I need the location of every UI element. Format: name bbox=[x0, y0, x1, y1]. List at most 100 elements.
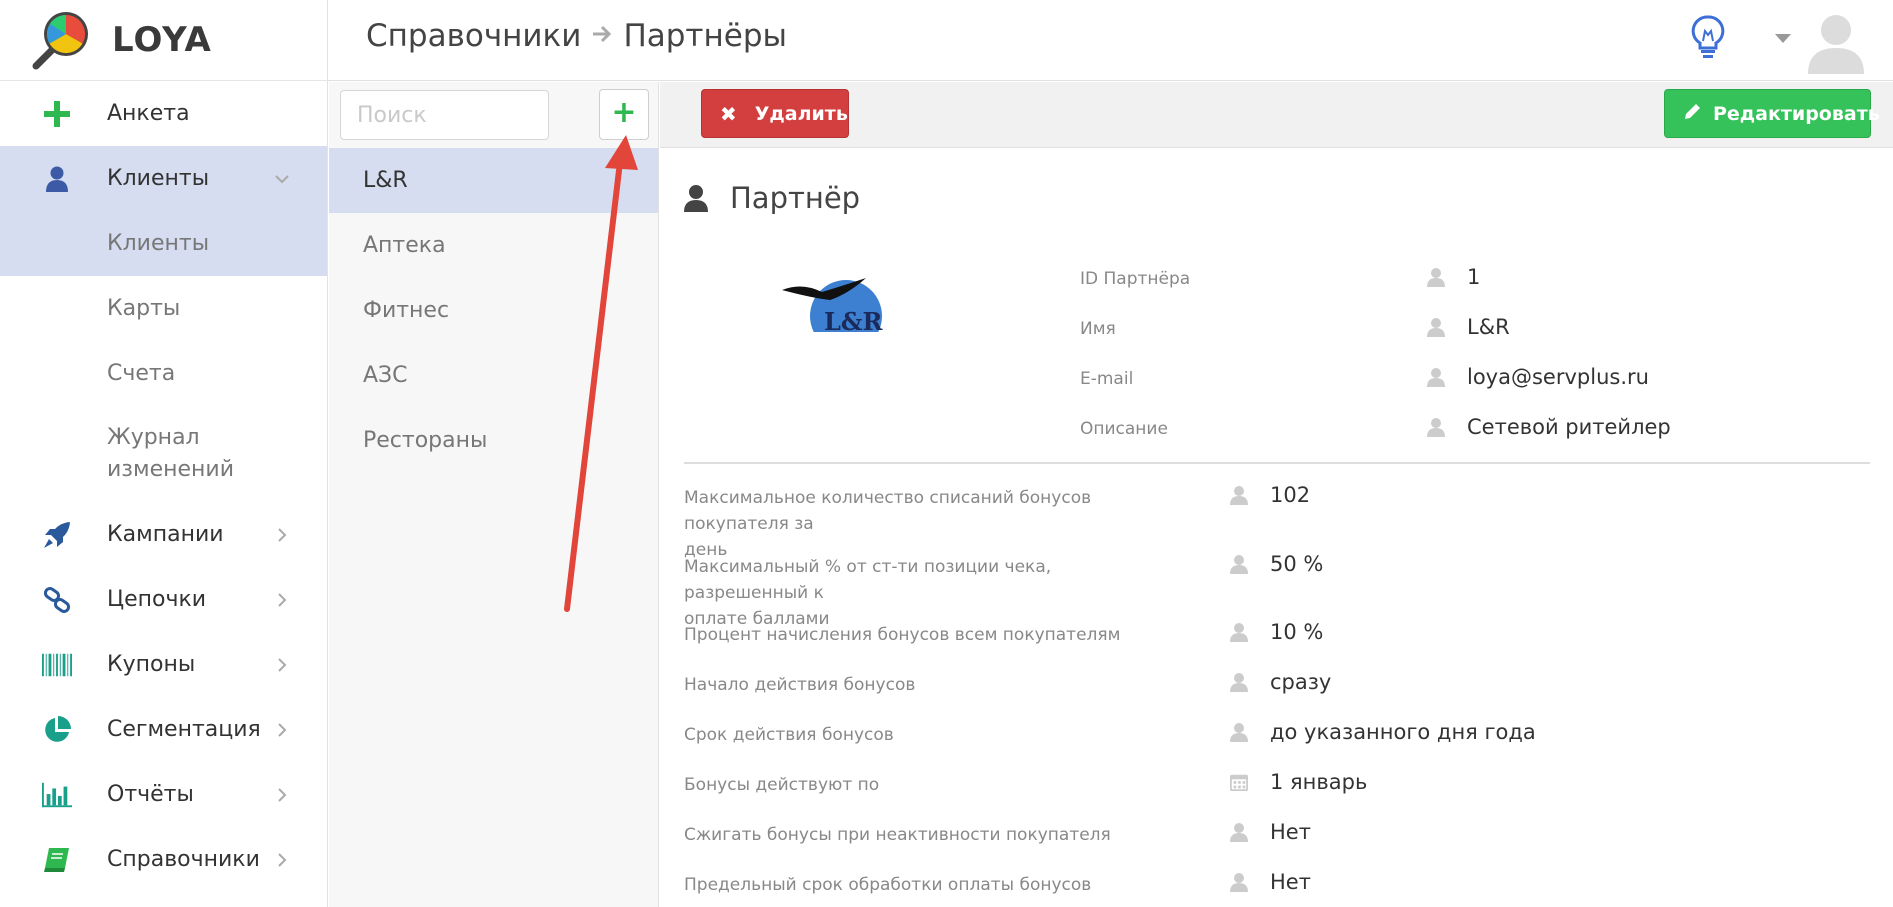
sidebar-item-label: Сегментация bbox=[107, 717, 261, 742]
search-input[interactable] bbox=[340, 90, 549, 140]
sidebar-subitem-label: Счета bbox=[107, 361, 176, 386]
list-item-partner[interactable]: Аптека bbox=[329, 213, 658, 278]
changelog-line-1: Журнал bbox=[107, 425, 200, 450]
edit-button[interactable]: Редактировать bbox=[1664, 89, 1880, 138]
sidebar-subitem-label: Карты bbox=[107, 296, 181, 321]
list-item-partner[interactable]: Рестораны bbox=[329, 408, 658, 473]
setting-value-text: до указанного дня года bbox=[1270, 720, 1536, 744]
rocket-icon bbox=[42, 520, 72, 550]
user-icon bbox=[1230, 555, 1248, 574]
divider bbox=[684, 462, 1870, 464]
setting-label: Начало действия бонусов bbox=[684, 675, 916, 695]
user-icon bbox=[1230, 486, 1248, 505]
setting-label: Максимальное количество списаний бонусов… bbox=[684, 488, 1092, 560]
bar-chart-icon bbox=[42, 780, 72, 810]
setting-value: до указанного дня года bbox=[1230, 720, 1536, 744]
sidebar-subitem-cards[interactable]: Карты bbox=[0, 276, 327, 341]
dropdown-caret-icon[interactable] bbox=[1775, 34, 1791, 43]
logo-icon bbox=[32, 12, 88, 70]
sidebar-item-segmentation[interactable]: Сегментация bbox=[0, 697, 327, 762]
sidebar-item-campaigns[interactable]: Кампании bbox=[0, 502, 327, 567]
page-title: Партнёр bbox=[684, 181, 860, 215]
chevron-right-icon bbox=[274, 527, 290, 543]
user-icon bbox=[1230, 673, 1248, 692]
partners-list-panel: + L&R Аптека Фитнес АЗС Рестораны bbox=[329, 82, 659, 907]
chevron-down-icon bbox=[274, 171, 290, 187]
user-icon bbox=[1427, 268, 1445, 287]
field-value: Сетевой ритейлер bbox=[1427, 415, 1671, 439]
pencil-icon bbox=[1683, 102, 1701, 126]
sidebar-item-label: Справочники bbox=[107, 847, 260, 872]
user-icon bbox=[1230, 723, 1248, 742]
breadcrumb-item-partners: Партнёры bbox=[623, 18, 787, 54]
sidebar-item-label: Цепочки bbox=[107, 587, 207, 612]
user-icon bbox=[42, 164, 72, 194]
sidebar-item-clients[interactable]: Клиенты bbox=[0, 146, 327, 211]
sidebar-item-chains[interactable]: Цепочки bbox=[0, 567, 327, 632]
user-icon bbox=[1427, 318, 1445, 337]
pie-icon bbox=[42, 715, 72, 745]
list-item-partner[interactable]: АЗС bbox=[329, 343, 658, 408]
avatar[interactable] bbox=[1806, 10, 1866, 74]
sidebar-item-anketa[interactable]: Анкета bbox=[0, 81, 327, 146]
setting-value-text: Нет bbox=[1270, 820, 1311, 844]
setting-label: Срок действия бонусов bbox=[684, 725, 894, 745]
sidebar-subitem-changelog[interactable]: Журнал изменений bbox=[0, 406, 327, 502]
chevron-right-icon bbox=[274, 852, 290, 868]
sidebar-subitem-clients[interactable]: Клиенты bbox=[0, 211, 327, 276]
top-header: Справочники Партнёры bbox=[328, 0, 1893, 81]
sidebar-item-label: Купоны bbox=[107, 652, 196, 677]
lightbulb-icon[interactable] bbox=[1691, 15, 1725, 61]
sidebar-item-label: Клиенты bbox=[107, 166, 210, 191]
delete-button-label: Удалить bbox=[754, 102, 848, 125]
setting-label: Сжигать бонусы при неактивности покупате… bbox=[684, 825, 1111, 845]
edit-button-label: Редактировать bbox=[1713, 102, 1880, 125]
app-root: LOYA Анкета Клиенты Клиенты Карты Счета bbox=[0, 0, 1893, 907]
sidebar: LOYA Анкета Клиенты Клиенты Карты Счета bbox=[0, 0, 328, 907]
partner-detail: Партнёр L&R ID Партнёра 1 Имя L&R E-mail… bbox=[660, 149, 1893, 907]
setting-value: сразу bbox=[1230, 670, 1331, 694]
brand[interactable]: LOYA bbox=[0, 0, 327, 81]
partner-id: 1 bbox=[1467, 265, 1481, 289]
chain-icon bbox=[42, 585, 72, 615]
book-icon bbox=[42, 845, 72, 875]
sidebar-item-references[interactable]: Справочники bbox=[0, 827, 327, 892]
delete-button[interactable]: ✖ Удалить bbox=[701, 89, 849, 138]
setting-value: 1 январь bbox=[1230, 770, 1367, 794]
field-label: ID Партнёра bbox=[1080, 269, 1191, 289]
field-label: Описание bbox=[1080, 419, 1168, 439]
sidebar-item-reports[interactable]: Отчёты bbox=[0, 762, 327, 827]
field-label: Имя bbox=[1080, 319, 1116, 339]
setting-value-text: 102 bbox=[1270, 483, 1311, 507]
setting-value: Нет bbox=[1230, 820, 1311, 844]
detail-title: Партнёр bbox=[730, 181, 861, 215]
user-icon bbox=[1427, 368, 1445, 387]
field-value: 1 bbox=[1427, 265, 1480, 289]
setting-value-text: 10 % bbox=[1270, 620, 1324, 644]
setting-value: 50 % bbox=[1230, 552, 1323, 576]
partner-email: loya@servplus.ru bbox=[1467, 365, 1649, 389]
sidebar-item-coupons[interactable]: Купоны bbox=[0, 632, 327, 697]
list-item-partner[interactable]: Фитнес bbox=[329, 278, 658, 343]
add-partner-button[interactable]: + bbox=[599, 89, 649, 140]
field-label: E-mail bbox=[1080, 369, 1134, 389]
setting-value-text: 1 январь bbox=[1270, 770, 1368, 794]
setting-value: 102 bbox=[1230, 483, 1310, 507]
user-icon bbox=[1230, 623, 1248, 642]
arrow-right-icon bbox=[591, 21, 613, 51]
setting-label: Бонусы действуют по bbox=[684, 775, 880, 795]
partner-logo: L&R bbox=[782, 278, 884, 336]
close-icon: ✖ bbox=[720, 101, 737, 126]
setting-value-text: Нет bbox=[1270, 870, 1311, 894]
sidebar-subitem-accounts[interactable]: Счета bbox=[0, 341, 327, 406]
user-icon bbox=[1427, 418, 1445, 437]
partner-logo-text: L&R bbox=[824, 307, 884, 336]
sidebar-item-label: Кампании bbox=[107, 522, 224, 547]
partner-description: Сетевой ритейлер bbox=[1467, 415, 1671, 439]
setting-label: Процент начисления бонусов всем покупате… bbox=[684, 625, 1121, 645]
setting-value: 10 % bbox=[1230, 620, 1323, 644]
list-item-partner[interactable]: L&R bbox=[329, 148, 658, 213]
calendar-icon bbox=[1230, 774, 1248, 791]
user-icon bbox=[1230, 823, 1248, 842]
breadcrumb-item-references[interactable]: Справочники bbox=[366, 18, 581, 54]
